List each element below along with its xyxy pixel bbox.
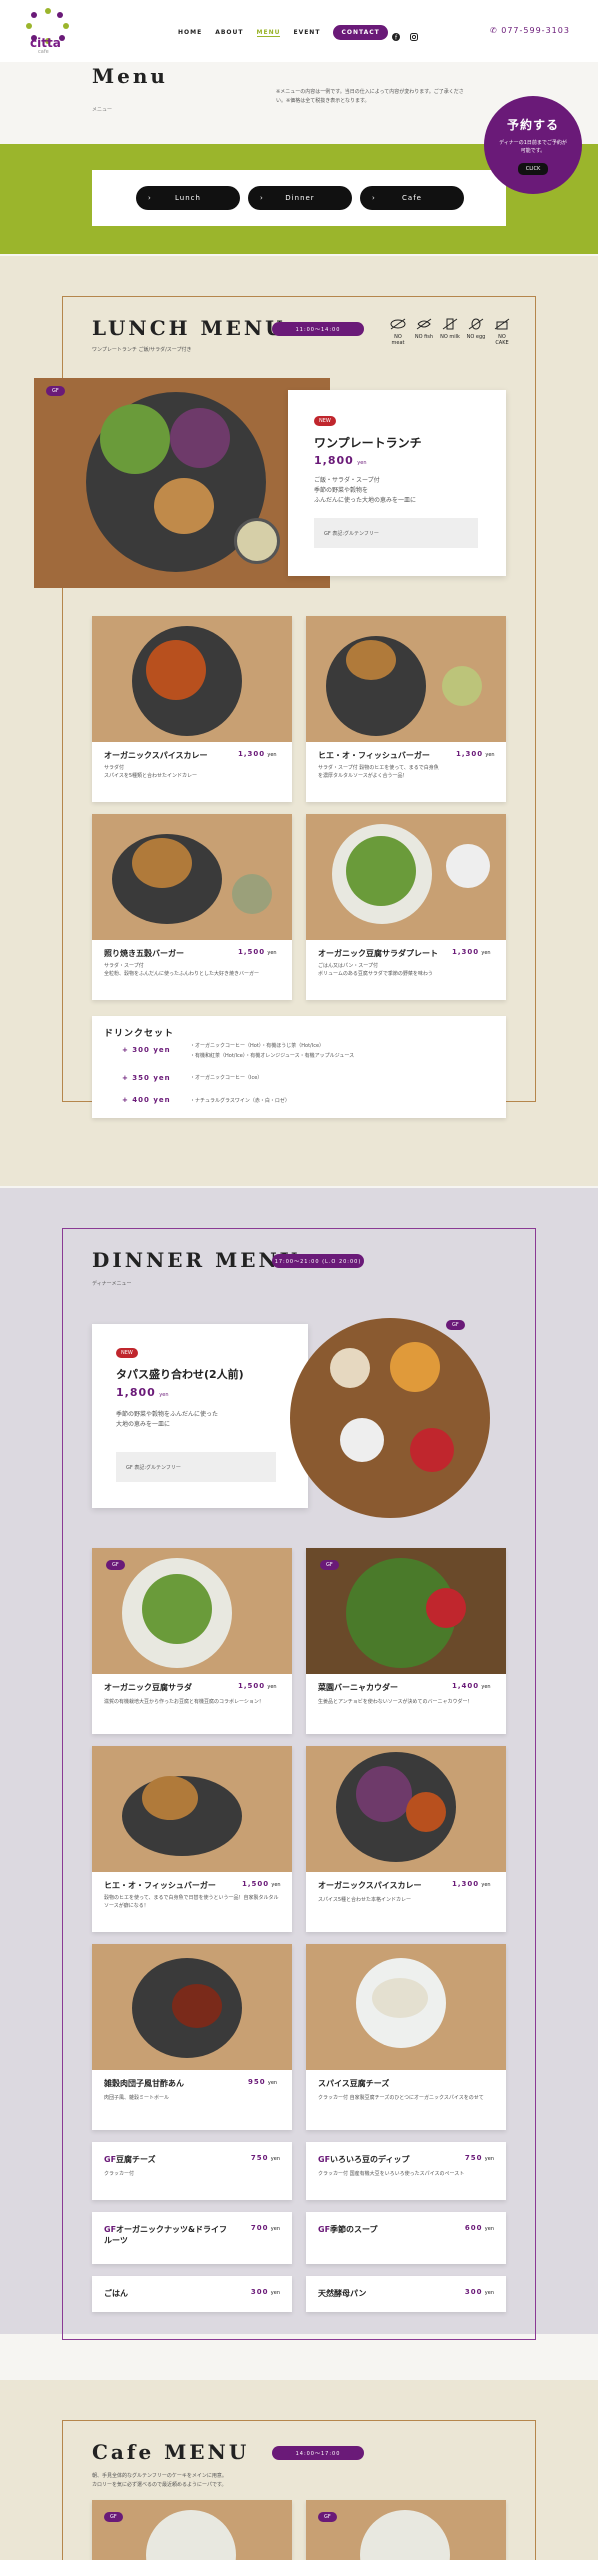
food-photo xyxy=(306,1944,506,2070)
lunch-item-card[interactable]: オーガニック豆腐サラダプレート 1,300 yen ごはん又はパン・スープ付 ボリ… xyxy=(306,814,506,1000)
food-photo xyxy=(92,1746,292,1872)
featured-name: ワンプレートランチ xyxy=(314,436,422,450)
dinner-title: DINNER MENU xyxy=(92,1248,301,1272)
cafe-description: 朝、手見全体的なグルテンフリーのケーキをメインに用意。 カロリーを気に必ず選べるの… xyxy=(92,2473,227,2488)
drink-set-title: ドリンクセット xyxy=(104,1029,175,1039)
phone-number[interactable]: ✆ 077-599-3103 xyxy=(490,26,570,35)
tab-lunch[interactable]: › Lunch xyxy=(136,186,240,210)
dinner-mini-item[interactable]: GF豆腐チーズ 750 yen クラッカー付 xyxy=(92,2142,292,2200)
lunch-featured-photo xyxy=(34,378,330,588)
fish-icon xyxy=(416,318,432,330)
dinner-featured-photo xyxy=(290,1318,490,1518)
menu-tabs: › Lunch › Dinner › Cafe xyxy=(92,170,506,226)
food-photo xyxy=(306,814,506,940)
cafe-item-card[interactable] xyxy=(306,2500,506,2560)
dinner-mini-item[interactable]: GFオーガニックナッツ&ドライフルーツ 700 yen xyxy=(92,2212,292,2264)
dinner-mini-item[interactable]: GFいろいろ豆のディップ 750 yen クラッカー付 国産有機大豆をいろいろ使… xyxy=(306,2142,506,2200)
dinner-item-card[interactable]: ヒエ・オ・フィッシュバーガー 1,500 yen 穀物のヒエを使って、まるで白身… xyxy=(92,1746,292,1932)
nav-menu[interactable]: MENU xyxy=(256,29,281,37)
site-header: citta cafe HOME ABOUT MENU EVENT CONTACT… xyxy=(0,0,598,62)
lunch-time-badge: 11:00〜14:00 xyxy=(272,322,364,336)
chevron-right-icon: › xyxy=(372,194,376,202)
lunch-title: LUNCH MENU xyxy=(92,316,286,340)
milk-icon xyxy=(442,318,458,330)
dinner-mini-item[interactable]: GF季節のスープ 600 yen xyxy=(306,2212,506,2264)
no-meat-allergen: NO meat xyxy=(388,318,408,346)
instagram-icon[interactable] xyxy=(410,26,418,41)
nav-home[interactable]: HOME xyxy=(178,29,202,36)
cafe-title: Cafe MENU xyxy=(92,2440,250,2464)
lunch-subtitle: ワンプレートランチ ご飯/サラダ/スープ付き xyxy=(92,347,192,353)
social-links: f xyxy=(392,26,418,42)
nav-event[interactable]: EVENT xyxy=(293,29,320,36)
logo-text: citta xyxy=(30,36,61,50)
food-photo xyxy=(306,616,506,742)
dinner-featured-card: NEW タパス盛り合わせ(2人前) 1,800 yen 季節の野菜や穀物をふんだ… xyxy=(92,1324,308,1508)
gf-badge: GF xyxy=(46,386,65,396)
chevron-right-icon: › xyxy=(260,194,264,202)
reserve-circle[interactable]: 予約する ディナーの1日前までご予約が可能です。 CLICK xyxy=(484,96,582,194)
cake-icon xyxy=(494,318,510,330)
food-photo xyxy=(92,616,292,742)
no-fish-allergen: NO fish xyxy=(414,318,434,340)
tab-dinner[interactable]: › Dinner xyxy=(248,186,352,210)
meat-icon xyxy=(390,318,406,330)
nav-contact-button[interactable]: CONTACT xyxy=(333,25,388,40)
featured-desc: ご飯・サラダ・スープ付 季節の野菜や穀物を ふんだんに使った大地の恵みを一皿に xyxy=(314,477,417,504)
dinner-time-badge: 17:00〜21:00 (L.O 20:00) xyxy=(272,1254,364,1268)
cafe-item-card[interactable] xyxy=(92,2500,292,2560)
reserve-title: 予約する xyxy=(506,118,559,132)
featured-name: タパス盛り合わせ(2人前) xyxy=(116,1368,244,1381)
no-cake-allergen: NO CAKE xyxy=(492,318,512,346)
page-subtitle: メニュー xyxy=(92,107,113,113)
lunch-item-card[interactable]: オーガニックスパイスカレー 1,300 yen サラダ付 スパイスを5種類と合わせ… xyxy=(92,616,292,802)
food-photo xyxy=(92,814,292,940)
reserve-button[interactable]: CLICK xyxy=(517,163,549,175)
page-title: Menu xyxy=(92,64,168,88)
gf-note: GF 表記:グルテンフリー xyxy=(116,1452,276,1482)
lunch-featured-card: NEW ワンプレートランチ 1,800 yen ご飯・サラダ・スープ付 季節の野菜… xyxy=(288,390,506,576)
dinner-item-card[interactable]: GF オーガニック豆腐サラダ 1,500 yen 滋賀の有機栽培大豆から作ったお… xyxy=(92,1548,292,1734)
dinner-item-card[interactable]: GF 菜園バーニャカウダー 1,400 yen 生姜品とアンチョビを使わないソー… xyxy=(306,1548,506,1734)
no-milk-allergen: NO milk xyxy=(440,318,460,340)
dinner-item-card[interactable]: オーガニックスパイスカレー 1,300 yen スパイス5種と合わせた本格インド… xyxy=(306,1746,506,1932)
food-photo xyxy=(306,1746,506,1872)
dinner-item-card[interactable]: 雑穀肉団子風甘酢あん 950 yen 肉団子風、雑穀ミートボール xyxy=(92,1944,292,2130)
gf-note: GF 表記:グルテンフリー xyxy=(314,518,478,548)
lunch-item-card[interactable]: 照り焼き五穀バーガー 1,500 yen サラダ・スープ付 全粒粉、穀物をふんだん… xyxy=(92,814,292,1000)
tab-cafe[interactable]: › Cafe xyxy=(360,186,464,210)
chevron-right-icon: › xyxy=(148,194,152,202)
gf-badge: GF xyxy=(446,1320,465,1330)
dinner-mini-item[interactable]: 天然酵母パン 300 yen xyxy=(306,2276,506,2312)
dinner-subtitle: ディナーメニュー xyxy=(92,1281,132,1287)
dinner-mini-item[interactable]: ごはん 300 yen xyxy=(92,2276,292,2312)
egg-icon xyxy=(468,318,484,330)
featured-price: 1,800 yen xyxy=(116,1386,169,1399)
no-egg-allergen: NO egg xyxy=(466,318,486,340)
dinner-item-card[interactable]: スパイス豆腐チーズ クラッカー付 自家製豆腐チーズのひとつにオーガニックスパイス… xyxy=(306,1944,506,2130)
lunch-item-card[interactable]: ヒエ・オ・フィッシュバーガー 1,300 yen サラダ・スープ付 穀物のヒエを… xyxy=(306,616,506,802)
featured-price: 1,800 yen xyxy=(314,454,367,467)
new-badge: NEW xyxy=(116,1348,138,1358)
page-description: ※メニューの内容は一例です。当日の仕入によって内容が変わります。ご了承ください。… xyxy=(276,89,464,104)
facebook-icon[interactable]: f xyxy=(392,26,400,42)
cafe-time-badge: 14:00〜17:00 xyxy=(272,2446,364,2460)
drink-set-box: ドリンクセット + 300 yen ・オーガニックコーヒー（Hot）・有機ほうじ… xyxy=(92,1016,506,1118)
featured-desc: 季節の野菜や穀物をふんだんに使った 大地の恵みを一皿に xyxy=(116,1411,219,1428)
logo-sub: cafe xyxy=(38,49,49,55)
main-nav: HOME ABOUT MENU EVENT CONTACT xyxy=(178,25,388,40)
phone-icon: ✆ xyxy=(490,26,502,35)
new-badge: NEW xyxy=(314,416,336,426)
nav-about[interactable]: ABOUT xyxy=(215,29,243,36)
reserve-text: ディナーの1日前までご予約が可能です。 xyxy=(499,140,567,154)
food-photo xyxy=(92,1944,292,2070)
